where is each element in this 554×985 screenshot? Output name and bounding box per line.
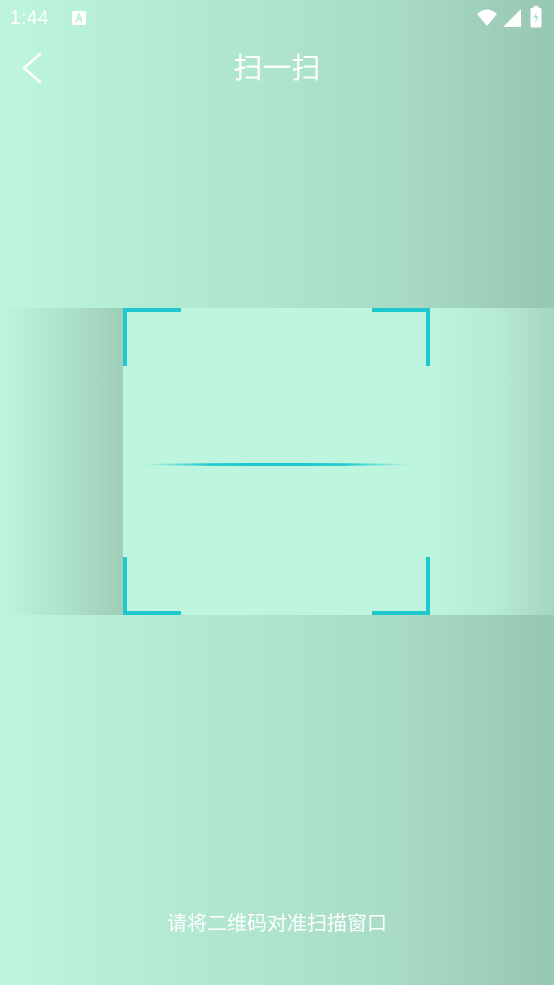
notification-a-icon [71,10,87,26]
scan-frame-corner-top-right [372,308,430,366]
battery-charging-icon [530,6,542,28]
scan-frame-corner-top-left [123,308,181,366]
signal-icon [502,8,522,28]
wifi-icon [476,8,498,28]
status-bar: 1:44 [0,0,554,38]
status-time: 1:44 [10,8,49,29]
page-title: 扫一扫 [233,51,321,85]
scan-frame-corner-bottom-left [123,557,181,615]
scan-hint-text: 请将二维码对准扫描窗口 [167,911,387,935]
scanner-mask-left [0,308,123,615]
scan-line [143,463,410,466]
scan-window [123,308,430,615]
scan-frame-corner-bottom-right [372,557,430,615]
scanner-mask-right [430,308,554,615]
